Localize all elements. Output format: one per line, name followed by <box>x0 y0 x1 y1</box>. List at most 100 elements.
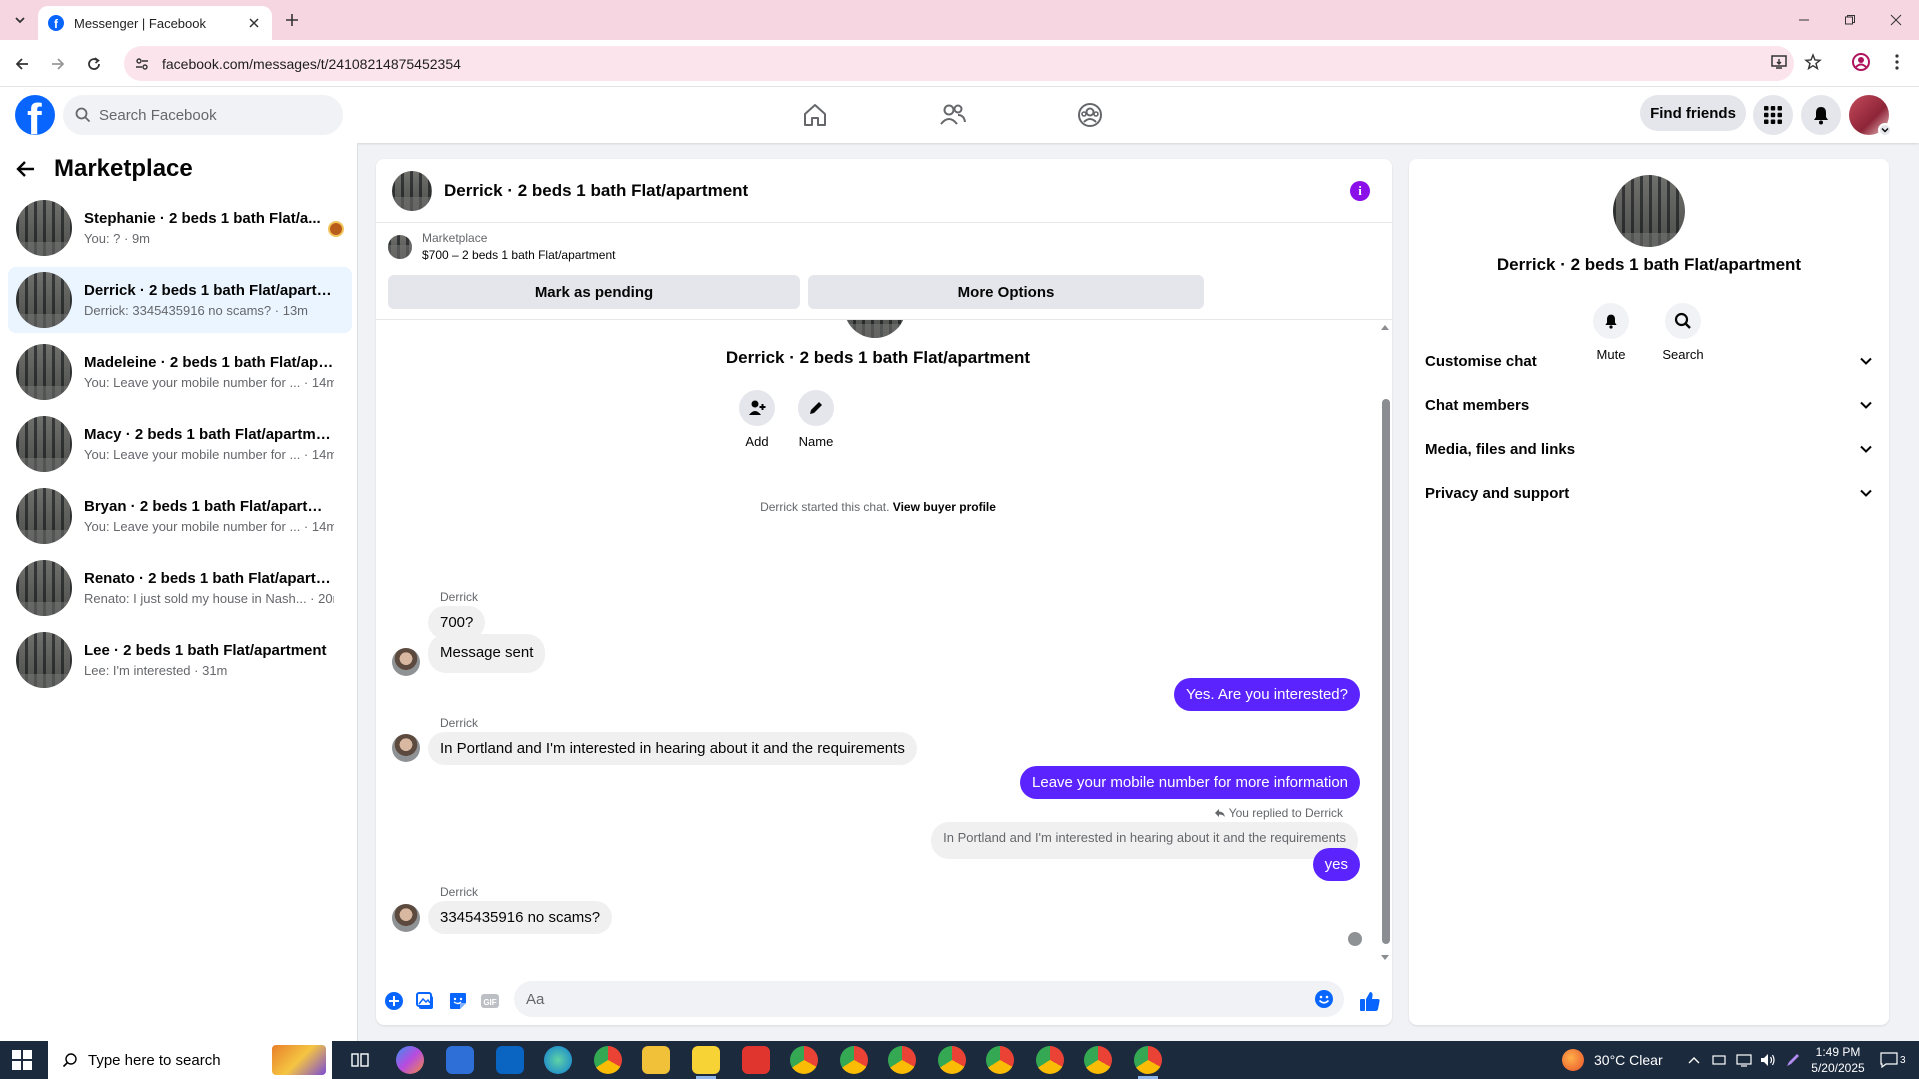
quoted-reply[interactable]: In Portland and I'm interested in hearin… <box>931 822 1358 859</box>
back-arrow-icon[interactable] <box>16 159 36 179</box>
sticky-notes-icon[interactable] <box>692 1046 720 1074</box>
find-friends-button[interactable]: Find friends <box>1640 95 1746 131</box>
outgoing-message[interactable]: Yes. Are you interested? <box>1173 678 1360 711</box>
copilot-icon[interactable] <box>396 1046 424 1074</box>
omnibox[interactable]: facebook.com/messages/t/2410821487545235… <box>124 46 1794 81</box>
chrome-profile-icon[interactable] <box>790 1046 818 1074</box>
new-tab-icon[interactable] <box>282 10 302 30</box>
thumbs-up-icon[interactable] <box>1358 989 1382 1013</box>
outgoing-message[interactable]: yes <box>1312 848 1360 881</box>
marketplace-listing-row[interactable]: Marketplace $700 – 2 beds 1 bath Flat/ap… <box>388 231 615 262</box>
notifications-bell-icon[interactable] <box>1801 95 1841 135</box>
facebook-logo-icon[interactable]: f <box>15 95 55 135</box>
gif-icon[interactable]: GIF <box>478 989 502 1013</box>
conversation-item[interactable]: Stephanie · 2 beds 1 bath Flat/a... You:… <box>8 195 352 261</box>
back-arrow-icon[interactable] <box>10 52 34 76</box>
sticker-icon[interactable] <box>446 989 470 1013</box>
chat-avatar[interactable] <box>392 170 432 211</box>
sender-avatar[interactable] <box>392 734 420 762</box>
outgoing-message[interactable]: Leave your mobile number for more inform… <box>1020 766 1360 799</box>
emoji-icon[interactable] <box>1314 989 1334 1009</box>
store-icon[interactable] <box>446 1046 474 1074</box>
mark-as-pending-button[interactable]: Mark as pending <box>388 275 800 309</box>
incoming-message[interactable]: Message sent <box>428 634 546 673</box>
forward-arrow-icon[interactable] <box>46 52 70 76</box>
chrome-profile-icon[interactable] <box>888 1046 916 1074</box>
add-person-icon[interactable] <box>739 390 775 426</box>
browser-tab[interactable]: f Messenger | Facebook <box>38 6 272 40</box>
edit-name-action[interactable]: Name <box>786 390 846 449</box>
chrome-profile-icon[interactable] <box>986 1046 1014 1074</box>
groups-icon[interactable] <box>1034 87 1146 143</box>
scroll-up-icon[interactable] <box>1381 324 1389 330</box>
weather-widget[interactable]: 30°C Clear <box>1562 1041 1663 1079</box>
close-window-icon[interactable] <box>1873 0 1919 40</box>
conversation-info-icon[interactable]: i <box>1350 181 1370 201</box>
clock[interactable]: 1:49 PM 5/20/2025 <box>1808 1044 1868 1076</box>
friends-icon[interactable] <box>897 87 1009 143</box>
network-icon[interactable] <box>1736 1041 1752 1079</box>
chrome-profile-icon[interactable] <box>938 1046 966 1074</box>
task-view-icon[interactable] <box>346 1046 374 1074</box>
media-files-links-section[interactable]: Media, files and links <box>1425 429 1873 469</box>
message-thread[interactable]: Derrick · 2 beds 1 bath Flat/apartment A… <box>376 320 1380 965</box>
chat-members-section[interactable]: Chat members <box>1425 385 1873 425</box>
incoming-message[interactable]: In Portland and I'm interested in hearin… <box>428 732 917 765</box>
windows-start-icon[interactable] <box>12 1050 32 1070</box>
conversation-item[interactable]: Macy · 2 beds 1 bath Flat/apartment You:… <box>8 411 352 477</box>
chat-title[interactable]: Derrick · 2 beds 1 bath Flat/apartment <box>444 181 748 201</box>
view-buyer-profile-link[interactable]: View buyer profile <box>893 500 996 514</box>
media-app-icon[interactable] <box>742 1046 770 1074</box>
conversation-item[interactable]: Bryan · 2 beds 1 bath Flat/apartment You… <box>8 483 352 549</box>
account-avatar[interactable] <box>1849 95 1892 137</box>
account-chevron-icon[interactable] <box>1878 123 1892 137</box>
home-icon[interactable] <box>759 87 871 143</box>
pen-icon[interactable] <box>1786 1041 1800 1079</box>
conversation-item-active[interactable]: Derrick · 2 beds 1 bath Flat/apartm... D… <box>8 267 352 333</box>
volume-icon[interactable] <box>1760 1041 1776 1079</box>
conversation-item[interactable]: Madeleine · 2 beds 1 bath Flat/apa... Yo… <box>8 339 352 405</box>
customise-chat-section[interactable]: Customise chat <box>1425 341 1873 381</box>
menu-grid-icon[interactable] <box>1753 95 1793 135</box>
site-settings-icon[interactable] <box>134 56 150 72</box>
sender-avatar[interactable] <box>392 648 420 676</box>
chrome-icon[interactable] <box>594 1046 622 1074</box>
install-app-icon[interactable] <box>1767 50 1791 74</box>
close-tab-icon[interactable] <box>246 15 262 31</box>
pencil-icon[interactable] <box>798 390 834 426</box>
more-options-button[interactable]: More Options <box>808 275 1204 309</box>
tab-search-chevron-icon[interactable] <box>9 9 31 31</box>
mute-bell-icon[interactable] <box>1593 303 1629 339</box>
incoming-message[interactable]: 3345435916 no scams? <box>428 901 613 934</box>
meet-now-icon[interactable] <box>1712 1041 1726 1079</box>
add-people-action[interactable]: Add <box>727 390 787 449</box>
taskbar-search-box[interactable] <box>48 1041 332 1079</box>
message-input-box[interactable] <box>514 981 1344 1017</box>
facebook-search-box[interactable] <box>63 95 343 135</box>
taskbar-search-input[interactable] <box>88 1051 268 1069</box>
chrome-profile-icon[interactable] <box>1134 1046 1162 1074</box>
browser-menu-icon[interactable] <box>1885 50 1909 74</box>
chrome-profile-icon[interactable] <box>1036 1046 1064 1074</box>
reload-icon[interactable] <box>82 52 106 76</box>
conversation-item[interactable]: Lee · 2 beds 1 bath Flat/apartment Lee: … <box>8 627 352 693</box>
show-hidden-icons-icon[interactable] <box>1688 1041 1700 1079</box>
notification-center-icon[interactable]: 3 <box>1880 1041 1906 1079</box>
scroll-down-icon[interactable] <box>1381 955 1389 961</box>
privacy-support-section[interactable]: Privacy and support <box>1425 473 1873 513</box>
chrome-profile-icon[interactable] <box>840 1046 868 1074</box>
more-actions-plus-icon[interactable] <box>382 989 406 1013</box>
outlook-icon[interactable] <box>496 1046 524 1074</box>
scrollbar-thumb[interactable] <box>1382 399 1390 944</box>
edge-icon[interactable] <box>544 1046 572 1074</box>
restore-icon[interactable] <box>1827 0 1873 40</box>
message-input[interactable] <box>526 990 1286 1008</box>
search-icon[interactable] <box>1665 303 1701 339</box>
chrome-profile-icon[interactable] <box>1084 1046 1112 1074</box>
minimize-icon[interactable] <box>1781 0 1827 40</box>
facebook-search-input[interactable] <box>99 106 319 124</box>
profile-icon[interactable] <box>1849 50 1873 74</box>
conversation-item[interactable]: Renato · 2 beds 1 bath Flat/apartm... Re… <box>8 555 352 621</box>
bookmark-star-icon[interactable] <box>1801 50 1825 74</box>
sender-avatar[interactable] <box>392 904 420 932</box>
